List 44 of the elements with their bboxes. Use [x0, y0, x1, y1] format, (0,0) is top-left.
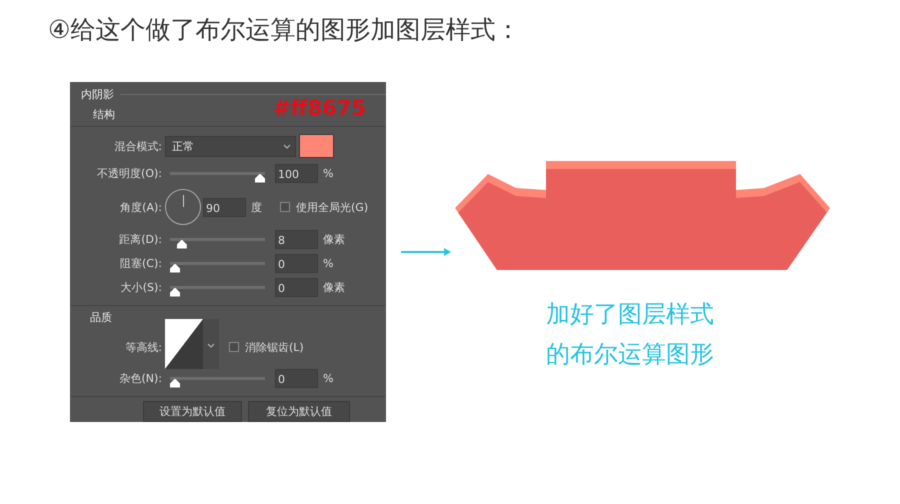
unit-label: % — [323, 166, 334, 180]
caption-text: 的布尔运算图形 — [546, 339, 715, 370]
field-label: 等高线: — [124, 340, 163, 354]
angle-dial[interactable] — [165, 189, 201, 225]
dialog-button[interactable]: 设置为默认值 — [143, 401, 242, 422]
color-swatch[interactable] — [299, 134, 334, 158]
slider-thumb[interactable] — [170, 264, 180, 272]
field-label: 角度(A): — [119, 200, 163, 214]
field-label: 大小(S): — [120, 280, 163, 294]
field-label: 不透明度(O): — [96, 166, 163, 180]
dialog-button[interactable]: 复位为默认值 — [248, 401, 350, 422]
slider-thumb[interactable] — [255, 174, 265, 182]
slider-thumb[interactable] — [170, 288, 180, 296]
slider-thumb[interactable] — [176, 240, 187, 248]
caption-text: 加好了图层样式 — [546, 299, 715, 330]
input-field[interactable]: 8 — [275, 230, 318, 248]
field-label: 阻塞(C): — [119, 256, 163, 270]
unit-label: % — [323, 256, 334, 270]
checkbox[interactable] — [229, 342, 239, 352]
blend-mode-dropdown[interactable]: 正常 — [165, 136, 296, 156]
caret-icon — [283, 144, 291, 148]
input-field[interactable]: 0 — [275, 278, 318, 296]
slider-thumb[interactable] — [170, 378, 180, 388]
section-title: 品质 — [90, 310, 112, 324]
unit-label: 像素 — [323, 232, 345, 246]
contour-picker[interactable] — [165, 319, 219, 369]
field-label: 混合模式: — [113, 138, 163, 154]
arrow — [401, 248, 451, 256]
group-title: 内阴影 — [81, 86, 114, 102]
input-field[interactable]: 0 — [275, 368, 318, 388]
unit-label: % — [323, 372, 334, 384]
field-label: 杂色(N): — [118, 370, 163, 386]
checkbox[interactable] — [280, 202, 290, 212]
heading: ④给这个做了布尔运算的图形加图层样式： — [47, 14, 522, 46]
input-field[interactable]: 0 — [275, 254, 318, 272]
input-field[interactable]: 90 — [203, 198, 246, 216]
color-code-note: #ff8675 — [272, 98, 366, 118]
unit-label: 度 — [251, 200, 262, 214]
section-title: 结构 — [93, 106, 115, 122]
checkbox-label[interactable]: 使用全局光(G) — [296, 200, 368, 214]
input-field[interactable]: 100 — [275, 164, 318, 182]
field-label: 距离(D): — [118, 232, 163, 246]
checkbox-label[interactable]: 消除锯齿(L) — [245, 340, 304, 354]
unit-label: 像素 — [323, 280, 345, 294]
